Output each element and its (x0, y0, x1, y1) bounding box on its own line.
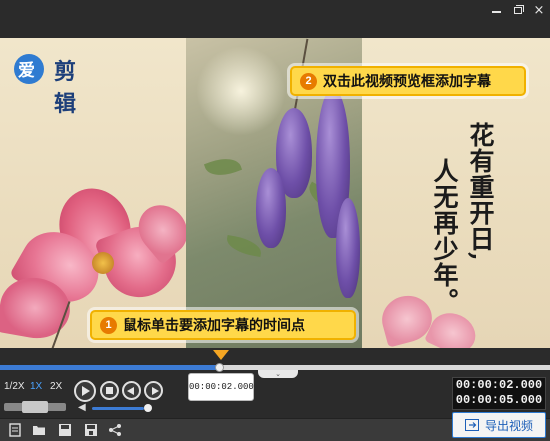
previous-frame-button[interactable] (122, 381, 141, 400)
editor-window: × 爱 剪辑 花有重开日, 人无再少年。 2 双击此视频预览框添加字幕 1 鼠标… (0, 0, 550, 441)
step-number: 2 (300, 72, 317, 90)
stop-icon (106, 387, 113, 394)
speed-1x-button[interactable]: 1X (30, 381, 42, 392)
callout-double-click-preview: 2 双击此视频预览框添加字幕 (290, 66, 526, 96)
total-time: 00:00:05.000 (455, 393, 543, 407)
speed-half-button[interactable]: 1/2X (4, 381, 25, 392)
logo-text-2: 剪辑 (54, 59, 77, 117)
logo-text-1: 爱 (18, 61, 35, 81)
current-time: 00:00:02.000 (455, 378, 543, 392)
title-bar: × (0, 0, 550, 22)
collapse-toggle[interactable]: ⌄ (258, 370, 298, 378)
time-display: 00:00:02.000 00:00:05.000 (452, 377, 546, 410)
volume-slider[interactable] (92, 407, 144, 410)
save-icon[interactable] (58, 423, 72, 437)
poem-line-2: 人无再少年。 (430, 158, 459, 314)
open-folder-icon[interactable] (32, 423, 46, 437)
minimize-icon (492, 11, 501, 13)
play-icon (82, 386, 90, 396)
volume-icon[interactable]: ◀ (78, 403, 90, 413)
fine-seek-slider[interactable] (4, 401, 66, 413)
poem-line-1: 花有重开日, (466, 122, 495, 262)
playhead-marker[interactable] (213, 350, 229, 360)
share-icon[interactable] (108, 423, 122, 437)
wisteria-cluster (336, 198, 360, 298)
fine-seek-handle[interactable] (22, 401, 48, 413)
new-project-icon[interactable] (8, 423, 22, 437)
close-button[interactable]: × (530, 3, 548, 19)
step-number: 1 (100, 316, 117, 334)
callout-click-time-point: 1 鼠标单击要添加字幕的时间点 (90, 310, 356, 340)
save-as-icon[interactable] (84, 423, 98, 437)
callout-text: 双击此视频预览框添加字幕 (323, 74, 491, 90)
minimize-button[interactable] (488, 3, 506, 19)
speed-2x-button[interactable]: 2X (50, 381, 62, 392)
app-logo: 爱 剪辑 (12, 50, 80, 117)
progress-handle[interactable] (215, 363, 224, 372)
export-icon (464, 419, 479, 431)
next-icon (152, 387, 159, 395)
stop-button[interactable] (100, 381, 119, 400)
leaf (203, 152, 243, 182)
export-label: 导出视频 (484, 418, 533, 433)
volume-handle[interactable] (144, 404, 152, 412)
previous-icon (127, 387, 134, 395)
progress-fill (0, 365, 220, 370)
flower-center (92, 252, 114, 274)
callout-text: 鼠标单击要添加字幕的时间点 (123, 318, 305, 334)
leaf (224, 234, 264, 258)
wisteria-cluster (256, 168, 286, 248)
play-button[interactable] (74, 380, 96, 402)
export-video-button[interactable]: 导出视频 (452, 412, 546, 438)
time-tooltip: 00:00:02.000 (188, 373, 254, 401)
timeline[interactable]: ⌄ (0, 348, 550, 378)
restore-button[interactable] (509, 3, 527, 19)
next-frame-button[interactable] (144, 381, 163, 400)
